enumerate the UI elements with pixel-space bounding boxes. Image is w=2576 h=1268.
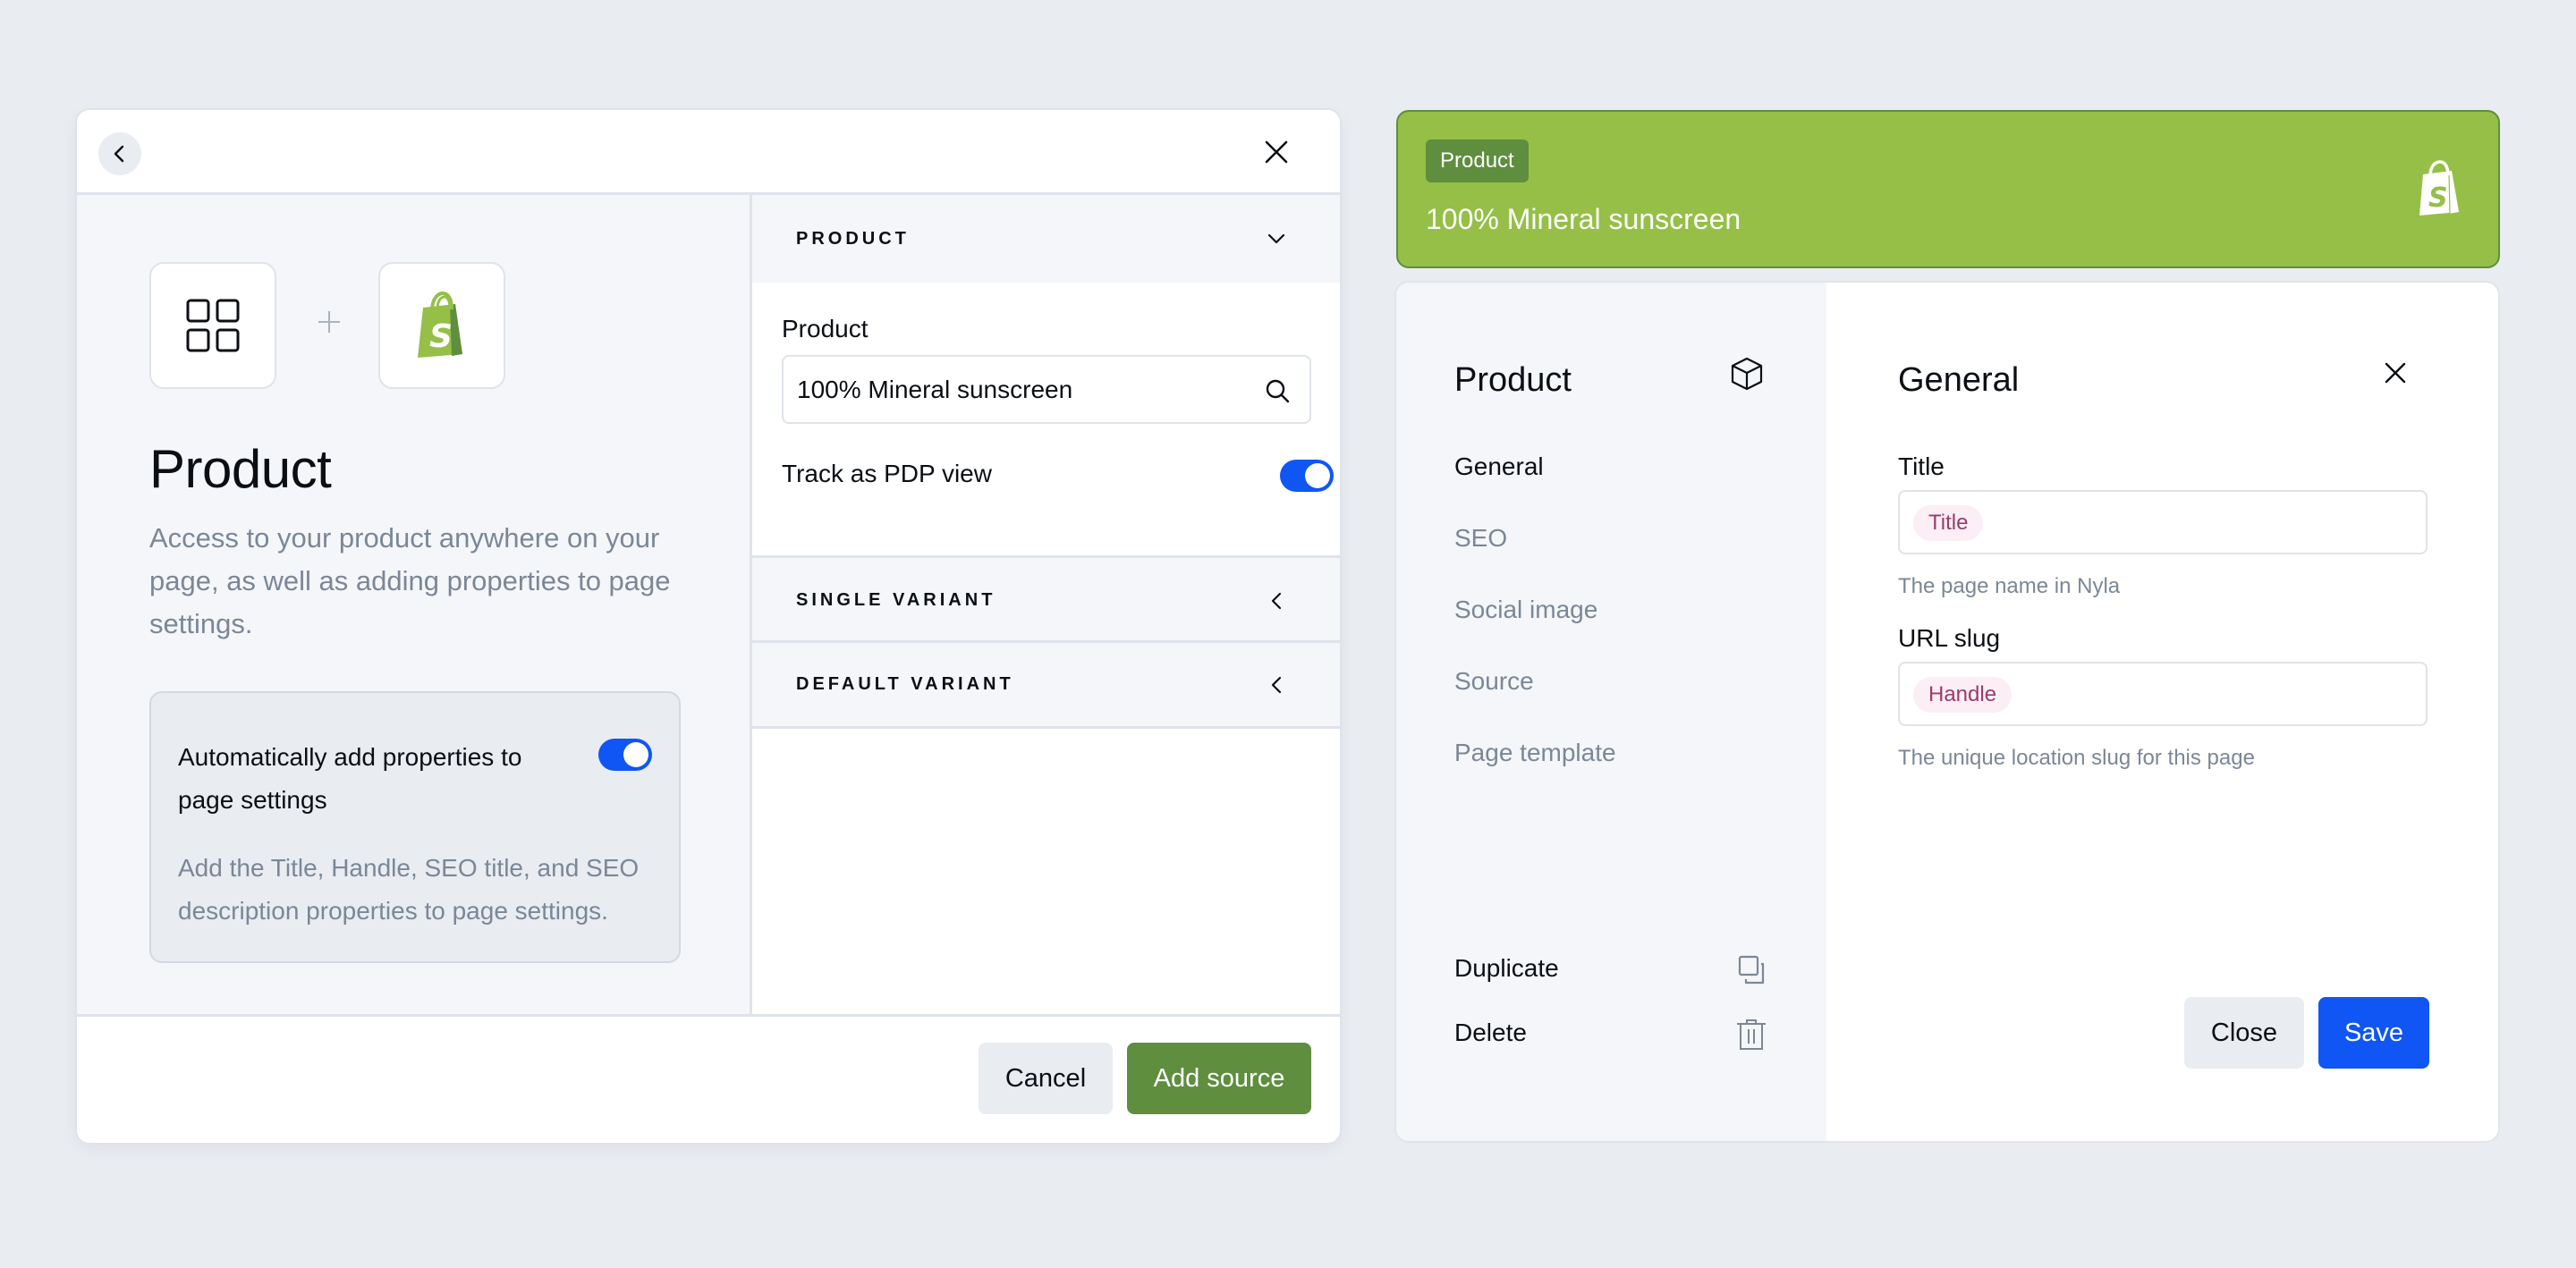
handle-token-chip[interactable]: Handle — [1913, 677, 2012, 713]
trash-icon — [1737, 1019, 1766, 1050]
source-config-panel: PRODUCT Product 100% Mineral sunscreen T… — [752, 195, 1340, 1014]
svg-text:S: S — [429, 318, 453, 355]
title-hint: The page name in Nyla — [1898, 574, 2121, 598]
modal-footer: Cancel Add source — [77, 1014, 1340, 1143]
cube-icon — [1731, 357, 1763, 391]
product-input-value: 100% Mineral sunscreen — [797, 375, 1073, 403]
close-icon[interactable] — [2384, 361, 2407, 385]
add-source-modal: S Product Access to your product anywher… — [77, 110, 1340, 1143]
product-field-label: Product — [782, 315, 869, 342]
plus-icon — [318, 311, 340, 333]
svg-text:S: S — [2428, 182, 2448, 214]
shopify-tile: S — [378, 262, 505, 389]
title-field-label: Title — [1898, 452, 1945, 480]
delete-label: Delete — [1454, 1019, 1527, 1046]
duplicate-label: Duplicate — [1454, 954, 1559, 982]
sidebar-title: Product — [1454, 361, 1572, 399]
section-default-variant-header[interactable]: DEFAULT VARIANT — [752, 640, 1340, 729]
section-label: SINGLE VARIANT — [796, 590, 996, 610]
url-slug-field-label: URL slug — [1898, 624, 2001, 652]
cancel-button[interactable]: Cancel — [979, 1043, 1113, 1114]
auto-add-properties-box: Automatically add properties to page set… — [149, 691, 681, 963]
settings-section-title: General — [1898, 361, 2020, 399]
source-intro-panel: S Product Access to your product anywher… — [77, 195, 752, 1014]
source-card[interactable]: Product 100% Mineral sunscreen S — [1396, 110, 2500, 268]
shopify-bag-icon: S — [418, 292, 462, 358]
page-settings-panel: Product General SEO Social image Source … — [1396, 283, 2498, 1141]
duplicate-icon — [1738, 955, 1765, 985]
auto-add-label: Automatically add properties to page set… — [178, 743, 522, 814]
sidebar-item-source[interactable]: Source — [1454, 667, 1534, 696]
chevron-left-icon — [1271, 592, 1282, 609]
search-icon[interactable] — [1265, 378, 1290, 403]
section-label: DEFAULT VARIANT — [796, 674, 1014, 694]
modal-header — [77, 110, 1340, 195]
modal-body: S Product Access to your product anywher… — [77, 195, 1340, 1014]
section-product-header[interactable]: PRODUCT — [752, 195, 1340, 283]
save-button[interactable]: Save — [2318, 997, 2429, 1069]
source-card-title: 100% Mineral sunscreen — [1426, 203, 1741, 235]
settings-main: General Title Title The page name in Nyl… — [1826, 283, 2498, 1141]
chevron-left-icon — [1271, 676, 1282, 693]
url-slug-hint: The unique location slug for this page — [1898, 746, 2255, 770]
chevron-down-icon — [1267, 233, 1285, 244]
chevron-left-icon — [114, 145, 124, 163]
delete-action[interactable]: Delete — [1454, 1013, 1767, 1052]
auto-add-description: Add the Title, Handle, SEO title, and SE… — [178, 854, 640, 925]
source-title: Product — [149, 439, 332, 499]
close-icon[interactable] — [1263, 139, 1290, 165]
app-tile — [149, 262, 276, 389]
add-source-button[interactable]: Add source — [1127, 1043, 1311, 1114]
title-input[interactable]: Title — [1898, 490, 2428, 554]
close-button[interactable]: Close — [2184, 997, 2304, 1069]
url-slug-input[interactable]: Handle — [1898, 662, 2428, 726]
section-label: PRODUCT — [796, 228, 910, 249]
sidebar-item-social-image[interactable]: Social image — [1454, 596, 1597, 624]
auto-add-toggle[interactable] — [598, 739, 652, 771]
duplicate-action[interactable]: Duplicate — [1454, 949, 1767, 988]
track-pdp-label: Track as PDP view — [782, 460, 992, 487]
section-single-variant-header[interactable]: SINGLE VARIANT — [752, 555, 1340, 643]
source-type-badge: Product — [1426, 139, 1529, 182]
settings-sidebar: Product General SEO Social image Source … — [1396, 283, 1826, 1141]
back-button[interactable] — [98, 132, 141, 175]
track-pdp-toggle[interactable] — [1280, 460, 1334, 492]
sidebar-item-general[interactable]: General — [1454, 452, 1544, 481]
shopify-bag-icon: S — [2419, 160, 2459, 216]
product-search-input[interactable]: 100% Mineral sunscreen — [782, 355, 1311, 424]
source-description: Access to your product anywhere on your … — [149, 522, 671, 639]
sidebar-item-page-template[interactable]: Page template — [1454, 739, 1616, 767]
title-token-chip[interactable]: Title — [1913, 505, 1984, 541]
grid-icon — [186, 299, 240, 352]
sidebar-item-seo[interactable]: SEO — [1454, 524, 1507, 553]
